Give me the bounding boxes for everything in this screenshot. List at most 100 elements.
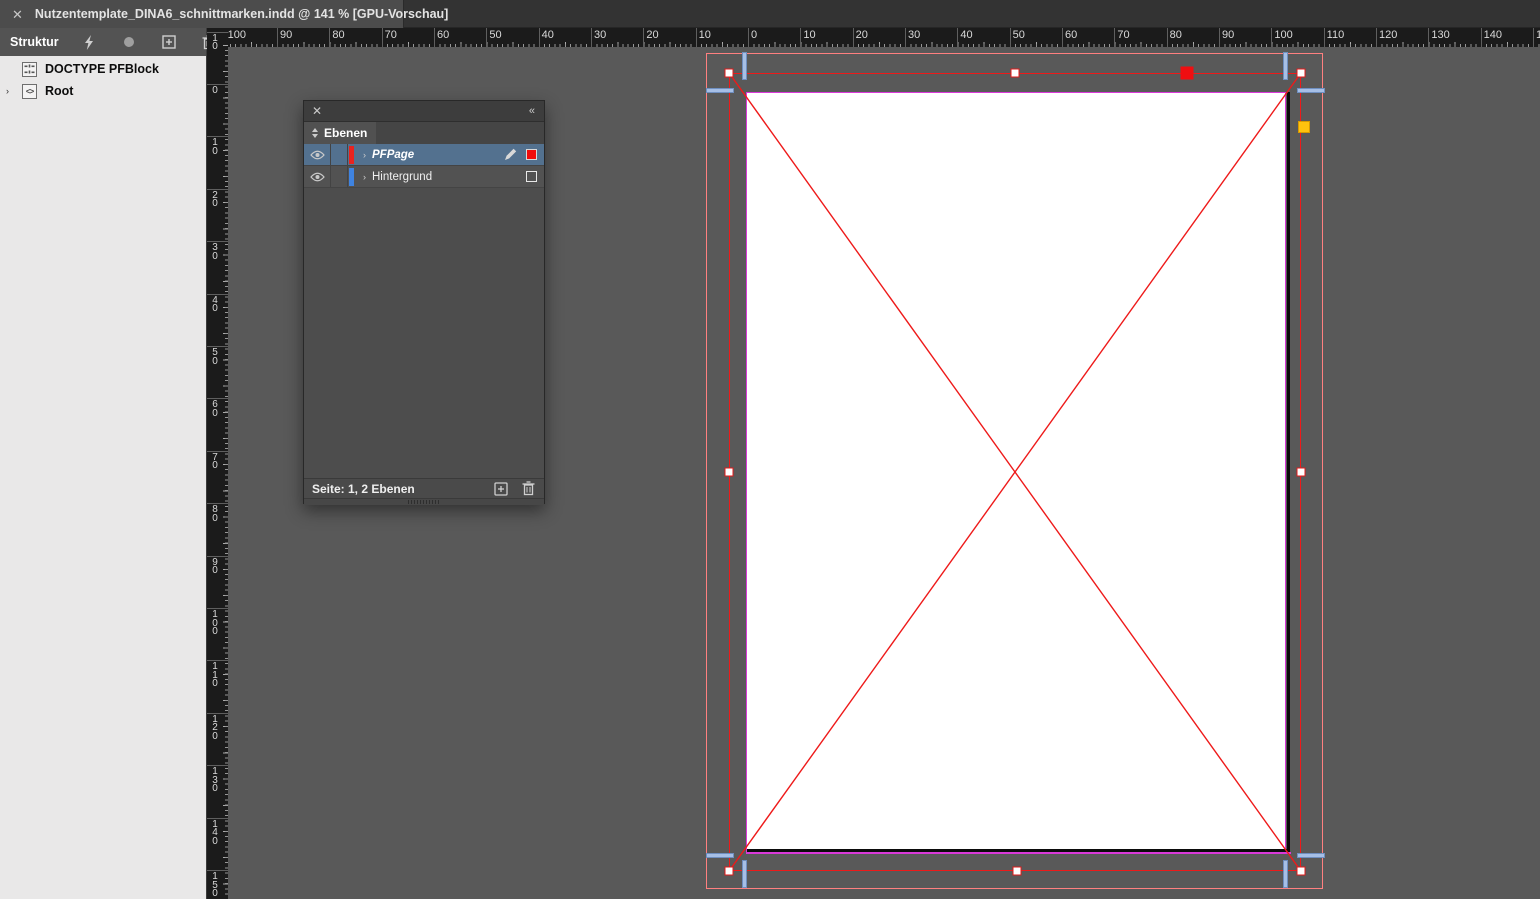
structure-panel: Struktur DOCTYPE PFBlock › <> Root xyxy=(0,28,207,899)
layer-name[interactable]: Hintergrund xyxy=(372,171,526,183)
layers-panel-statusbar: Seite: 1, 2 Ebenen xyxy=(304,478,544,498)
ruler-label: 40 xyxy=(960,29,972,41)
ruler-label: 30 xyxy=(594,29,606,41)
expand-chevron-icon[interactable]: › xyxy=(363,150,366,160)
ruler-label: 130 xyxy=(1431,29,1449,41)
selection-handle-top-left[interactable] xyxy=(725,69,734,78)
selection-handle-middle-left[interactable] xyxy=(725,468,734,477)
expand-chevron-icon[interactable]: › xyxy=(0,86,16,96)
structure-item-label: DOCTYPE PFBlock xyxy=(45,62,159,76)
layer-color-bar xyxy=(349,168,354,186)
selection-handle-top-center[interactable] xyxy=(1011,69,1020,78)
expand-chevron-icon[interactable]: › xyxy=(363,172,366,182)
panel-resize-handle[interactable] xyxy=(304,498,544,505)
visibility-eye-icon[interactable] xyxy=(304,166,331,187)
record-circle-icon[interactable] xyxy=(121,34,137,50)
horizontal-ruler[interactable]: 1009080706050403020100102030405060708090… xyxy=(228,28,1540,47)
layers-panel: ✕ « Ebenen › PFPage › Hintergrund Seite: 1,… xyxy=(303,100,545,504)
layers-status-text: Seite: 1, 2 Ebenen xyxy=(312,482,482,496)
ruler-label: 40 xyxy=(542,29,554,41)
structure-item-root[interactable]: › <> Root xyxy=(0,80,206,102)
ruler-label: 40 xyxy=(207,297,223,314)
structure-item-label: Root xyxy=(45,84,73,98)
lock-cell[interactable] xyxy=(331,166,348,187)
ruler-label: 80 xyxy=(207,506,223,523)
ruler-label: 0 xyxy=(751,29,757,41)
selection-handle-bottom-center[interactable] xyxy=(1013,867,1022,876)
close-icon[interactable]: ✕ xyxy=(12,8,23,21)
ruler-major-tick xyxy=(800,28,801,47)
close-icon[interactable]: ✕ xyxy=(312,104,322,118)
element-icon: <> xyxy=(22,84,37,99)
ruler-major-tick xyxy=(1167,28,1168,47)
layer-name[interactable]: PFPage xyxy=(372,149,504,161)
delete-layer-icon[interactable] xyxy=(520,481,536,497)
ruler-label: 110 xyxy=(207,663,223,689)
ruler-label: 60 xyxy=(437,29,449,41)
ruler-label: 100 xyxy=(1274,29,1292,41)
selection-handle-bottom-right[interactable] xyxy=(1297,867,1306,876)
selection-frame[interactable] xyxy=(729,73,1301,871)
layer-row-hintergrund[interactable]: › Hintergrund xyxy=(304,166,544,188)
layers-panel-tabrow: Ebenen xyxy=(304,122,544,144)
layer-row-pfpage[interactable]: › PFPage xyxy=(304,144,544,166)
ruler-label: 10 xyxy=(207,35,223,52)
ruler-label: 120 xyxy=(207,716,223,742)
ruler-major-tick xyxy=(1062,28,1063,47)
structure-item-doctype-pfblock[interactable]: DOCTYPE PFBlock xyxy=(0,58,206,80)
lock-cell[interactable] xyxy=(331,144,348,165)
ruler-label: 70 xyxy=(207,454,223,471)
crop-mark-br-h xyxy=(1297,853,1325,858)
ruler-major-tick xyxy=(277,28,278,47)
ruler-label: 130 xyxy=(207,768,223,794)
selection-proxy-icon[interactable] xyxy=(526,149,537,160)
selection-handle-middle-right[interactable] xyxy=(1297,468,1306,477)
ruler-major-tick xyxy=(1114,28,1115,47)
ruler-major-tick xyxy=(1219,28,1220,47)
ruler-label: 150 xyxy=(207,873,223,899)
selection-handle-top-right[interactable] xyxy=(1297,69,1306,78)
layers-list: › PFPage › Hintergrund xyxy=(304,144,544,478)
ruler-major-tick xyxy=(1533,28,1534,47)
tab-ebenen[interactable]: Ebenen xyxy=(304,122,376,144)
ruler-label: 0 xyxy=(207,87,223,96)
resize-grip-icon xyxy=(408,500,440,504)
ruler-major-tick xyxy=(853,28,854,47)
ruler-major-tick xyxy=(434,28,435,47)
reference-point-handle[interactable] xyxy=(1181,67,1194,80)
ruler-major-tick xyxy=(382,28,383,47)
document-tab[interactable]: ✕ Nutzentemplate_DINA6_schnittmarken.ind… xyxy=(0,0,404,28)
ruler-major-tick xyxy=(905,28,906,47)
new-layer-icon[interactable] xyxy=(493,481,509,497)
ruler-major-tick xyxy=(957,28,958,47)
layers-panel-titlebar[interactable]: ✕ « xyxy=(304,101,544,122)
selection-handle-bottom-left[interactable] xyxy=(725,867,734,876)
ruler-label: 60 xyxy=(1065,29,1077,41)
ruler-major-tick xyxy=(1481,28,1482,47)
live-corner-handle[interactable] xyxy=(1298,121,1310,133)
crop-mark-br-v xyxy=(1283,860,1288,888)
crop-mark-tl-v xyxy=(742,52,747,80)
visibility-eye-icon[interactable] xyxy=(304,144,331,165)
ruler-label: 20 xyxy=(207,192,223,209)
add-element-icon[interactable] xyxy=(161,34,177,50)
ruler-major-tick xyxy=(1376,28,1377,47)
ruler-label: 60 xyxy=(207,401,223,418)
ruler-label: 50 xyxy=(1013,29,1025,41)
ruler-label: 100 xyxy=(207,611,223,637)
ruler-label: 50 xyxy=(207,349,223,366)
ruler-label: 10 xyxy=(803,29,815,41)
ruler-label: 120 xyxy=(1379,29,1397,41)
ruler-label: 100 xyxy=(228,29,246,41)
flash-icon[interactable] xyxy=(81,34,97,50)
doctype-icon xyxy=(22,62,37,77)
collapse-panel-icon[interactable]: « xyxy=(529,105,536,117)
structure-panel-header: Struktur xyxy=(0,28,206,56)
selection-proxy-icon[interactable] xyxy=(526,171,537,182)
ruler-label: 80 xyxy=(332,29,344,41)
vertical-ruler[interactable]: 100102030405060708090100110120130140150 xyxy=(207,28,228,899)
ruler-major-tick xyxy=(696,28,697,47)
ruler-label: 80 xyxy=(1170,29,1182,41)
ruler-major-tick xyxy=(1428,28,1429,47)
ruler-major-tick xyxy=(329,28,330,47)
